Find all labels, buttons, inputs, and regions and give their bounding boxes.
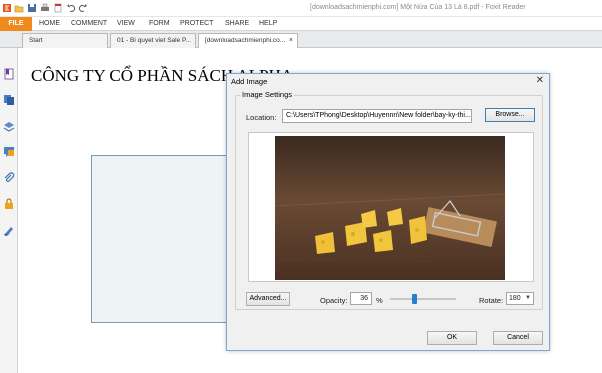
tab-help[interactable]: HELP — [259, 17, 277, 31]
image-preview — [248, 132, 534, 282]
close-tab-icon[interactable]: × — [289, 34, 293, 48]
comments-icon[interactable] — [3, 146, 15, 158]
open-file-icon[interactable] — [14, 3, 24, 13]
save-icon[interactable] — [27, 3, 37, 13]
tab-file[interactable]: FILE — [0, 17, 32, 31]
opacity-unit: % — [376, 296, 383, 305]
add-image-dialog: Add Image ✕ Image Settings Location: C:\… — [226, 73, 550, 351]
attachments-icon[interactable] — [3, 172, 15, 184]
dialog-title: Add Image — [231, 77, 268, 86]
title-bar: [downloadsachmienphi.com] Một Nửa Của 13… — [0, 0, 602, 17]
cheese-mousetrap-image — [275, 136, 505, 280]
redo-icon[interactable] — [78, 3, 88, 13]
image-settings-group: Image Settings Location: C:\Users\TPhong… — [235, 90, 543, 310]
tab-share[interactable]: SHARE — [225, 17, 249, 31]
tab-form[interactable]: FORM — [149, 17, 170, 31]
rotate-label: Rotate: — [479, 296, 504, 305]
doc-tab-label: 01 - Bi quyet viet Sale P... — [117, 37, 191, 44]
window-title: [downloadsachmienphi.com] Một Nửa Của 13… — [310, 4, 526, 11]
image-placement-area[interactable] — [91, 155, 241, 323]
ribbon-tab-bar: FILE HOME COMMENT VIEW FORM PROTECT SHAR… — [0, 17, 602, 31]
location-field[interactable]: C:\Users\TPhong\Desktop\Huyennn\New fold… — [282, 109, 472, 123]
tab-comment[interactable]: COMMENT — [71, 17, 107, 31]
slider-track — [390, 298, 456, 300]
tab-protect[interactable]: PROTECT — [180, 17, 213, 31]
doc-tab-sale[interactable]: 01 - Bi quyet viet Sale P... — [110, 33, 196, 48]
doc-tab-label: [downloadsachmienphi.co... — [205, 37, 286, 44]
doc-tab-active[interactable]: [downloadsachmienphi.co... × — [198, 33, 298, 48]
rotate-dropdown[interactable]: 180 ▼ — [506, 292, 534, 305]
group-label: Image Settings — [240, 90, 295, 99]
close-icon[interactable]: ✕ — [536, 75, 544, 86]
tab-home[interactable]: HOME — [39, 17, 60, 31]
print-icon[interactable] — [40, 3, 50, 13]
rotate-value: 180 — [509, 295, 521, 302]
cancel-button[interactable]: Cancel — [493, 331, 543, 345]
doc-tab-label: Start — [29, 37, 43, 44]
browse-button[interactable]: Browse... — [485, 108, 535, 122]
opacity-slider[interactable] — [390, 294, 456, 304]
pages-icon[interactable] — [3, 94, 15, 106]
navigation-panel — [0, 48, 18, 373]
opacity-label: Opacity: — [320, 296, 348, 305]
slider-thumb[interactable] — [412, 294, 417, 304]
chevron-down-icon: ▼ — [525, 295, 531, 301]
ok-button[interactable]: OK — [427, 331, 477, 345]
new-document-icon[interactable] — [53, 3, 63, 13]
advanced-button[interactable]: Advanced... — [246, 292, 290, 306]
tab-view[interactable]: VIEW — [117, 17, 135, 31]
doc-tab-start[interactable]: Start — [22, 33, 108, 48]
opacity-field[interactable]: 36 — [350, 292, 372, 305]
app-logo-icon — [3, 4, 11, 12]
bookmark-icon[interactable] — [3, 68, 15, 80]
signature-icon[interactable] — [3, 224, 15, 236]
security-icon[interactable] — [3, 198, 15, 210]
document-tab-bar: Start 01 - Bi quyet viet Sale P... [down… — [0, 31, 602, 48]
location-label: Location: — [246, 113, 277, 122]
layers-icon[interactable] — [3, 120, 15, 132]
undo-icon[interactable] — [66, 3, 76, 13]
